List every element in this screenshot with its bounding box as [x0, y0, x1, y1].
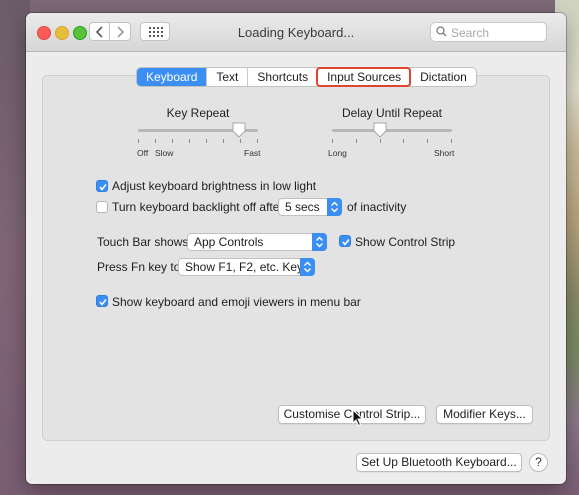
- bluetooth-keyboard-button[interactable]: Set Up Bluetooth Keyboard...: [356, 453, 522, 472]
- touchbar-value: App Controls: [194, 235, 264, 249]
- key-repeat-fast-label: Fast: [244, 148, 261, 158]
- backlight-checkbox[interactable]: [96, 201, 108, 213]
- search-field[interactable]: [430, 22, 547, 42]
- backlight-timeout-value: 5 secs: [285, 200, 320, 214]
- tab-keyboard[interactable]: Keyboard: [137, 68, 207, 86]
- keyboard-viewers-checkbox[interactable]: [96, 295, 108, 307]
- control-strip-checkbox[interactable]: [339, 235, 351, 247]
- touchbar-label: Touch Bar shows: [97, 235, 189, 249]
- delay-short-label: Short: [434, 148, 455, 158]
- delay-until-repeat-label: Delay Until Repeat: [341, 106, 443, 120]
- mouse-cursor-icon: [352, 409, 364, 427]
- key-repeat-slow-label: Slow: [155, 148, 174, 158]
- brightness-checkbox[interactable]: [96, 180, 108, 192]
- delay-until-repeat-slider-thumb[interactable]: [373, 122, 387, 138]
- tab-bar: Keyboard Text Shortcuts Input Sources Di…: [136, 67, 477, 87]
- slider-tick: [356, 139, 357, 143]
- popup-arrows-icon: [312, 233, 327, 251]
- delay-until-repeat-track[interactable]: [332, 129, 452, 132]
- title-bar: Loading Keyboard...: [26, 13, 566, 52]
- tab-dictation[interactable]: Dictation: [410, 68, 476, 86]
- delay-long-label: Long: [328, 148, 347, 158]
- brightness-label: Adjust keyboard brightness in low light: [112, 179, 317, 193]
- slider-tick: [403, 139, 404, 143]
- slider-tick: [223, 139, 224, 143]
- key-repeat-slider-thumb[interactable]: [232, 122, 246, 138]
- fn-key-value: Show F1, F2, etc. Keys: [185, 260, 310, 274]
- help-button[interactable]: ?: [529, 453, 548, 472]
- search-icon: [436, 26, 447, 37]
- backlight-timeout-popup[interactable]: 5 secs: [278, 198, 342, 216]
- slider-tick: [240, 139, 241, 143]
- fn-key-label: Press Fn key to: [97, 260, 181, 274]
- search-input[interactable]: [449, 24, 545, 42]
- tab-input-sources[interactable]: Input Sources: [316, 67, 412, 87]
- checkmark-icon: [99, 299, 107, 306]
- touchbar-popup[interactable]: App Controls: [187, 233, 327, 251]
- fn-key-popup[interactable]: Show F1, F2, etc. Keys: [178, 258, 315, 276]
- slider-tick: [172, 139, 173, 143]
- checkmark-icon: [99, 184, 107, 191]
- keyboard-viewers-label: Show keyboard and emoji viewers in menu …: [112, 295, 361, 309]
- preferences-window: Loading Keyboard... Keyboard Text Shortc…: [26, 13, 566, 484]
- slider-tick: [257, 139, 258, 143]
- key-repeat-off-label: Off: [137, 148, 149, 158]
- slider-tick: [138, 139, 139, 143]
- slider-tick: [451, 139, 452, 143]
- checkmark-icon: [342, 239, 350, 246]
- slider-tick: [380, 139, 381, 143]
- modifier-keys-button[interactable]: Modifier Keys...: [436, 405, 533, 424]
- backlight-suffix: of inactivity: [347, 200, 407, 214]
- tab-shortcuts[interactable]: Shortcuts: [247, 68, 317, 86]
- popup-arrows-icon: [300, 258, 315, 276]
- tab-text[interactable]: Text: [206, 68, 247, 86]
- popup-arrows-icon: [327, 198, 342, 216]
- key-repeat-label: Key Repeat: [166, 106, 230, 120]
- slider-tick: [332, 139, 333, 143]
- slider-tick: [427, 139, 428, 143]
- slider-tick: [189, 139, 190, 143]
- slider-tick: [155, 139, 156, 143]
- slider-tick: [206, 139, 207, 143]
- control-strip-label: Show Control Strip: [355, 235, 456, 249]
- backlight-label: Turn keyboard backlight off after: [112, 200, 284, 214]
